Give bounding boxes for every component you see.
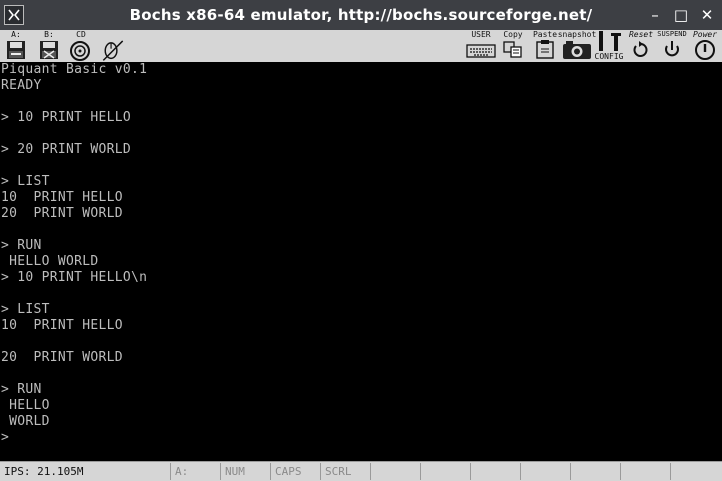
status-slot <box>471 463 521 480</box>
copy-button[interactable]: Copy <box>500 30 526 62</box>
console-line: Piquant Basic v0.1 <box>1 62 148 77</box>
suspend-label: SUSPEND <box>657 30 687 38</box>
power-icon <box>695 40 715 60</box>
reset-button[interactable]: Reset <box>624 30 658 62</box>
wrench-icon <box>599 31 621 51</box>
status-slot <box>421 463 471 480</box>
console-line: > RUN <box>1 382 42 397</box>
status-bar: IPS: 21.105M A: NUM CAPS SCRL <box>0 461 722 481</box>
title-bar: Bochs x86-64 emulator, http://bochs.sour… <box>0 0 722 30</box>
console-line: 10 PRINT HELLO <box>1 190 123 205</box>
config-label: CONFIG <box>594 52 624 61</box>
cdrom-label: CD <box>76 30 86 39</box>
config-button[interactable]: CONFIG <box>594 30 624 62</box>
minimize-icon: – <box>651 6 659 24</box>
window-title: Bochs x86-64 emulator, http://bochs.sour… <box>129 6 593 24</box>
close-icon: ✕ <box>700 6 714 24</box>
close-button[interactable]: ✕ <box>697 4 717 26</box>
console-line: > 20 PRINT WORLD <box>1 142 132 157</box>
paste-button[interactable]: Paste <box>531 30 559 62</box>
console-line: 10 PRINT HELLO <box>1 318 123 333</box>
ips-indicator: IPS: 21.105M <box>0 463 171 480</box>
mouse-capture-button[interactable] <box>98 30 128 62</box>
console-line: > LIST <box>1 174 50 189</box>
power-label: Power <box>692 30 718 39</box>
snapshot-button[interactable]: snapshot <box>558 30 596 62</box>
copy-label: Copy <box>503 30 523 39</box>
status-slot <box>671 463 722 480</box>
toolbar: A: B: CD USER Copy Paste snapshot CONFIG… <box>0 30 722 62</box>
console-line: WORLD <box>1 414 50 429</box>
floppy-b-label: B: <box>44 30 54 39</box>
reset-label: Reset <box>628 30 654 39</box>
maximize-icon: □ <box>673 6 689 24</box>
console-line: > LIST <box>1 302 50 317</box>
status-slot <box>521 463 571 480</box>
mouse-icon <box>102 40 124 61</box>
keyboard-icon <box>466 44 496 58</box>
floppy-drive-icon <box>7 41 25 59</box>
console-line: HELLO WORLD <box>1 254 99 269</box>
console-line: HELLO <box>1 398 50 413</box>
drive-indicator: A: <box>171 463 221 480</box>
floppy-b-button[interactable]: B: <box>36 30 62 62</box>
console-line: > RUN <box>1 238 42 253</box>
scroll-lock-indicator: SCRL <box>321 463 371 480</box>
console-line: > <box>1 430 10 445</box>
console-line: 20 PRINT WORLD <box>1 350 123 365</box>
emulator-screen[interactable]: Piquant Basic v0.1 READY > 10 PRINT HELLO >… <box>0 62 722 461</box>
maximize-button[interactable]: □ <box>671 4 691 26</box>
snapshot-label: snapshot <box>557 30 597 39</box>
minimize-button[interactable]: – <box>645 4 665 26</box>
floppy-a-label: A: <box>11 30 21 39</box>
status-slot <box>371 463 421 480</box>
floppy-a-button[interactable]: A: <box>3 30 29 62</box>
copy-icon <box>503 41 522 58</box>
user-label: USER <box>471 30 491 39</box>
camera-icon <box>563 41 591 59</box>
caps-lock-indicator: CAPS <box>271 463 321 480</box>
reset-icon <box>633 41 648 57</box>
console-line: READY <box>1 78 42 93</box>
paste-icon <box>536 40 554 59</box>
power-button[interactable]: Power <box>688 30 722 62</box>
cdrom-button[interactable]: CD <box>66 30 96 62</box>
num-lock-indicator: NUM <box>221 463 271 480</box>
paste-label: Paste <box>532 30 558 39</box>
console-line: > 10 PRINT HELLO <box>1 110 132 125</box>
suspend-button[interactable]: SUSPEND <box>655 30 689 62</box>
floppy-drive-icon <box>40 41 58 59</box>
cdrom-icon <box>70 41 90 61</box>
console-line: > 10 PRINT HELLO\n <box>1 270 148 285</box>
user-keys-button[interactable]: USER <box>465 30 497 62</box>
console-line: 20 PRINT WORLD <box>1 206 123 221</box>
suspend-icon <box>665 41 679 57</box>
status-slot <box>621 463 671 480</box>
status-slot <box>571 463 621 480</box>
